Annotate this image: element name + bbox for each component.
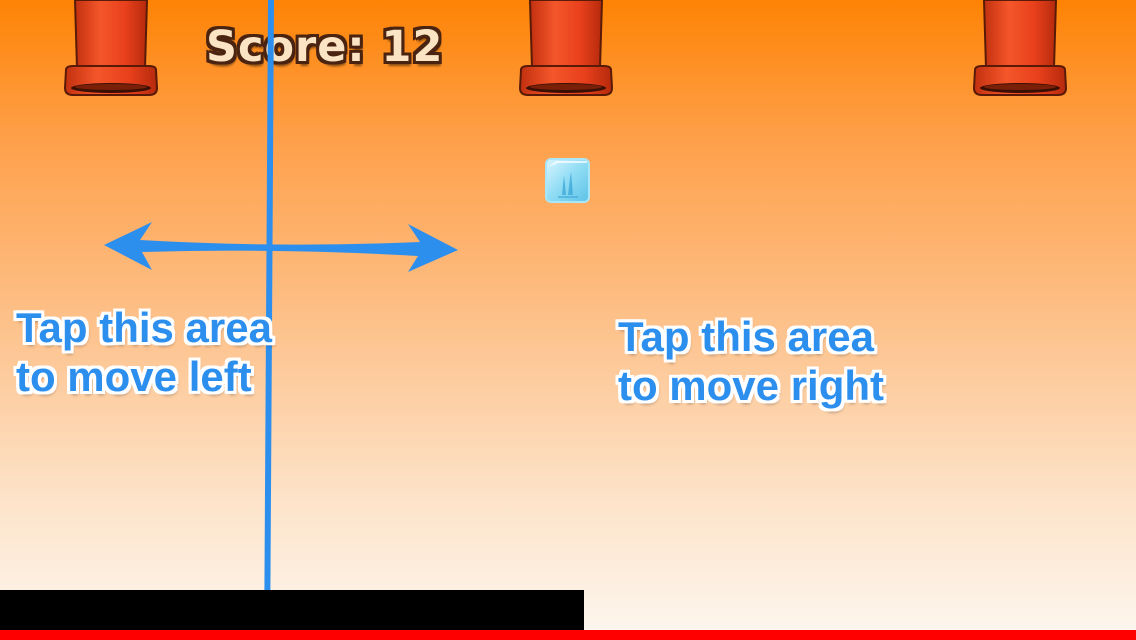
score-label: Score: 12 bbox=[206, 22, 444, 72]
bucket-icon bbox=[972, 0, 1068, 96]
tap-left-line2: to move left bbox=[16, 353, 252, 400]
bucket-icon bbox=[63, 0, 159, 96]
bucket-icon bbox=[518, 0, 614, 96]
ice-cube-icon bbox=[545, 158, 590, 203]
tap-right-line1: Tap this area bbox=[618, 313, 874, 360]
double-headed-arrow-icon bbox=[104, 222, 458, 272]
player-ice-cube bbox=[544, 157, 591, 204]
tap-right-line2: to move right bbox=[618, 362, 885, 409]
bucket-center bbox=[518, 0, 614, 98]
bucket-right bbox=[972, 0, 1068, 98]
tap-right-hint[interactable]: Tap this area to move right bbox=[618, 312, 884, 410]
black-platform bbox=[0, 590, 584, 632]
tap-left-line1: Tap this area bbox=[16, 304, 272, 351]
bucket-left bbox=[63, 0, 159, 98]
red-floor bbox=[0, 630, 1136, 640]
tap-left-hint[interactable]: Tap this area to move left bbox=[16, 303, 272, 401]
